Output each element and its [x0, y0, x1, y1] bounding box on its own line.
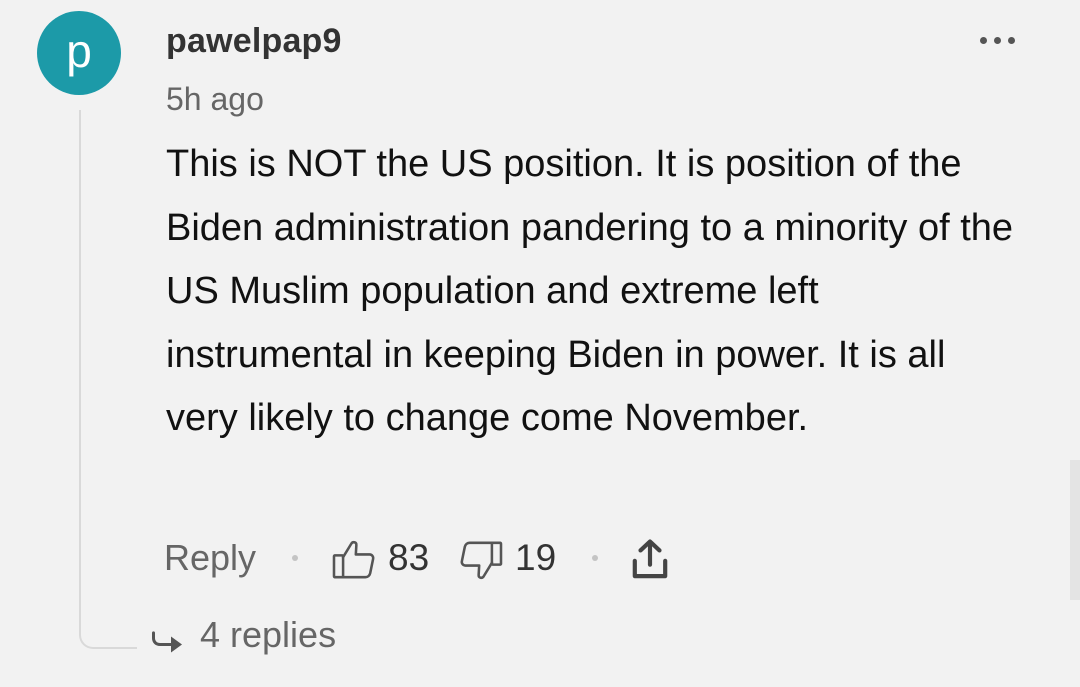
downvote-count: 19	[515, 537, 557, 578]
replies-count-label: 4 replies	[200, 614, 337, 655]
avatar[interactable]: p	[37, 11, 121, 95]
thread-line	[79, 110, 137, 649]
username[interactable]: pawelpap9	[166, 22, 342, 61]
separator-dot	[292, 555, 298, 561]
upvote-count: 83	[388, 537, 430, 578]
share-icon[interactable]	[631, 538, 669, 580]
reply-arrow-icon	[150, 622, 184, 664]
timestamp: 5h ago	[166, 81, 264, 117]
scrollbar-thumb[interactable]	[1070, 460, 1080, 600]
thumbs-down-icon[interactable]	[459, 541, 503, 581]
thumbs-up-icon[interactable]	[332, 539, 376, 579]
separator-dot	[592, 555, 598, 561]
more-options-button[interactable]	[974, 26, 1022, 56]
comment-body: This is NOT the US position. It is posit…	[166, 143, 1014, 439]
reply-button[interactable]: Reply	[164, 533, 256, 583]
avatar-letter: p	[66, 25, 92, 77]
